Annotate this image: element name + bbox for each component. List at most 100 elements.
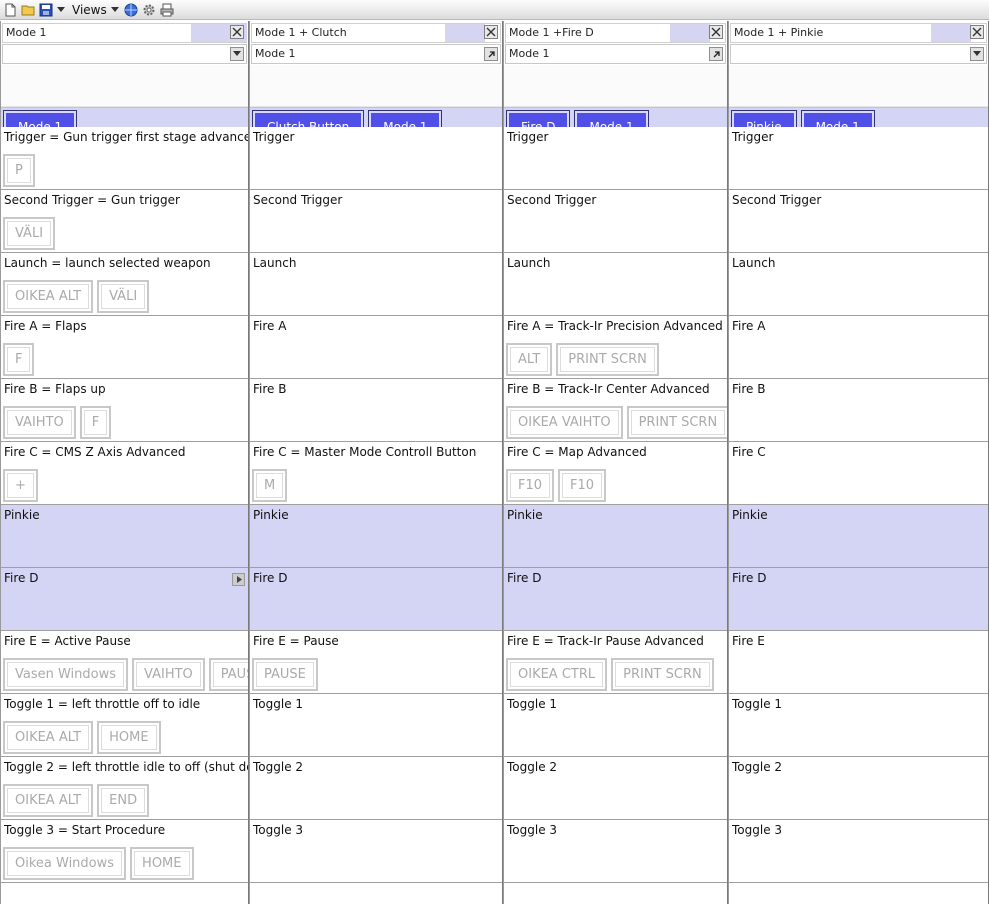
save-dropdown-arrow-icon[interactable]: [56, 2, 65, 18]
key-cap[interactable]: HOME: [97, 721, 161, 754]
column-title-field[interactable]: Mode 1 + Clutch: [251, 23, 501, 43]
binding-row[interactable]: Fire D: [729, 568, 988, 631]
binding-row[interactable]: Fire A: [729, 316, 988, 379]
key-cap[interactable]: PAUSE: [252, 658, 318, 691]
chevron-down-icon[interactable]: [970, 47, 984, 61]
binding-row[interactable]: Fire B = Track-Ir Center Advanced OIKEA V…: [504, 379, 727, 442]
link-mode-icon[interactable]: [484, 47, 498, 61]
key-cap[interactable]: VÄLI: [3, 217, 56, 250]
key-cap[interactable]: PAUSE: [208, 658, 248, 691]
link-mode-icon[interactable]: [709, 47, 723, 61]
views-dropdown-arrow-icon[interactable]: [111, 2, 120, 18]
binding-row[interactable]: Launch: [250, 253, 502, 316]
binding-row[interactable]: Trigger: [729, 127, 988, 190]
binding-row[interactable]: Toggle 2: [504, 757, 727, 820]
binding-row[interactable]: Fire B = Flaps up VAIHTO F: [1, 379, 248, 442]
binding-row[interactable]: Pinkie: [250, 505, 502, 568]
binding-row[interactable]: Fire A = Track-Ir Precision Advanced ALT P…: [504, 316, 727, 379]
binding-row[interactable]: Fire C = Master Mode Controll Button M: [250, 442, 502, 505]
remove-column-icon[interactable]: [230, 25, 244, 39]
key-cap[interactable]: VÄLI: [97, 280, 150, 313]
binding-row[interactable]: Toggle 3: [504, 820, 727, 883]
mode-select[interactable]: Mode 1: [251, 44, 501, 64]
remove-column-icon[interactable]: [970, 25, 984, 39]
binding-row[interactable]: Fire A: [250, 316, 502, 379]
gear-icon[interactable]: [141, 2, 157, 18]
binding-row[interactable]: Pinkie: [504, 505, 727, 568]
key-cap[interactable]: P: [3, 154, 35, 187]
views-menu[interactable]: Views: [72, 3, 107, 17]
mode-select[interactable]: [730, 44, 987, 64]
key-cap[interactable]: VAIHTO: [3, 406, 76, 439]
remove-column-icon[interactable]: [709, 25, 723, 39]
binding-row[interactable]: Trigger = Gun trigger first stage advanc…: [1, 127, 248, 190]
key-cap[interactable]: F10: [558, 469, 607, 502]
binding-row[interactable]: Second Trigger: [504, 190, 727, 253]
binding-row[interactable]: Second Trigger: [729, 190, 988, 253]
binding-row[interactable]: Fire E: [729, 631, 988, 694]
key-cap[interactable]: M: [252, 469, 288, 502]
key-cap[interactable]: VAIHTO: [132, 658, 205, 691]
mode-select[interactable]: Mode 1: [505, 44, 726, 64]
binding-row[interactable]: Pinkie: [729, 505, 988, 568]
key-cap[interactable]: OIKEA CTRL: [506, 658, 608, 691]
binding-row[interactable]: Toggle 3: [250, 820, 502, 883]
binding-row[interactable]: Toggle 3: [729, 820, 988, 883]
open-folder-icon[interactable]: [20, 2, 36, 18]
binding-row[interactable]: Pinkie: [1, 505, 248, 568]
key-cap[interactable]: +: [3, 469, 38, 502]
chevron-down-icon[interactable]: [230, 47, 244, 61]
binding-row[interactable]: Second Trigger = Gun trigger VÄLI: [1, 190, 248, 253]
binding-row[interactable]: Second Trigger: [250, 190, 502, 253]
key-cap[interactable]: OIKEA VAIHTO: [506, 406, 623, 439]
key-cap[interactable]: OIKEA ALT: [3, 280, 94, 313]
key-cap[interactable]: OIKEA ALT: [3, 784, 94, 817]
binding-row[interactable]: Launch: [729, 253, 988, 316]
binding-row[interactable]: Fire D: [504, 568, 727, 631]
binding-row[interactable]: Fire D: [250, 568, 502, 631]
save-icon[interactable]: [38, 2, 54, 18]
new-file-icon[interactable]: [2, 2, 18, 18]
binding-row[interactable]: Toggle 2 = left throttle idle to off (sh…: [1, 757, 248, 820]
globe-icon[interactable]: [123, 2, 139, 18]
binding-row[interactable]: Fire C = Map Advanced F10 F10: [504, 442, 727, 505]
binding-row[interactable]: Toggle 1 = left throttle off to idle OIKE…: [1, 694, 248, 757]
key-cap[interactable]: HOME: [130, 847, 194, 880]
binding-row[interactable]: Toggle 2: [729, 757, 988, 820]
column-title-field[interactable]: Mode 1 + Pinkie: [730, 23, 987, 43]
binding-row[interactable]: Fire E = Track-Ir Pause Advanced OIKEA CT…: [504, 631, 727, 694]
key-cap[interactable]: OIKEA ALT: [3, 721, 94, 754]
binding-row[interactable]: Toggle 1: [729, 694, 988, 757]
column-title-field[interactable]: Mode 1: [2, 23, 247, 43]
key-cap[interactable]: PRINT SCRN: [626, 406, 727, 439]
binding-row[interactable]: Trigger: [504, 127, 727, 190]
binding-row[interactable]: Toggle 1: [250, 694, 502, 757]
binding-row[interactable]: Toggle 1: [504, 694, 727, 757]
binding-row[interactable]: Fire E = Active Pause Vasen Windows VAIHTO…: [1, 631, 248, 694]
print-icon[interactable]: [159, 2, 175, 18]
key-cap[interactable]: F: [3, 343, 35, 376]
binding-row[interactable]: Fire C = CMS Z Axis Advanced +: [1, 442, 248, 505]
column-title-field[interactable]: Mode 1 +Fire D: [505, 23, 726, 43]
binding-row[interactable]: Fire B: [250, 379, 502, 442]
key-cap[interactable]: F10: [506, 469, 555, 502]
key-cap[interactable]: Oikea Windows: [3, 847, 127, 880]
expand-arrow-icon[interactable]: [232, 573, 245, 586]
binding-row[interactable]: Toggle 3 = Start Procedure Oikea Windows H…: [1, 820, 248, 883]
key-cap[interactable]: Vasen Windows: [3, 658, 129, 691]
binding-row[interactable]: Fire C: [729, 442, 988, 505]
binding-row[interactable]: Fire B: [729, 379, 988, 442]
key-cap[interactable]: PRINT SCRN: [611, 658, 714, 691]
binding-row[interactable]: Fire A = Flaps F: [1, 316, 248, 379]
key-cap[interactable]: ALT: [506, 343, 553, 376]
key-cap[interactable]: PRINT SCRN: [556, 343, 659, 376]
binding-row[interactable]: Fire D: [1, 568, 248, 631]
binding-row[interactable]: Trigger: [250, 127, 502, 190]
key-cap[interactable]: F: [79, 406, 112, 439]
binding-row[interactable]: Launch = launch selected weapon OIKEA ALT…: [1, 253, 248, 316]
binding-row[interactable]: Fire E = Pause PAUSE: [250, 631, 502, 694]
binding-row[interactable]: Launch: [504, 253, 727, 316]
mode-select[interactable]: [2, 44, 247, 64]
binding-row[interactable]: Toggle 2: [250, 757, 502, 820]
key-cap[interactable]: END: [97, 784, 150, 817]
